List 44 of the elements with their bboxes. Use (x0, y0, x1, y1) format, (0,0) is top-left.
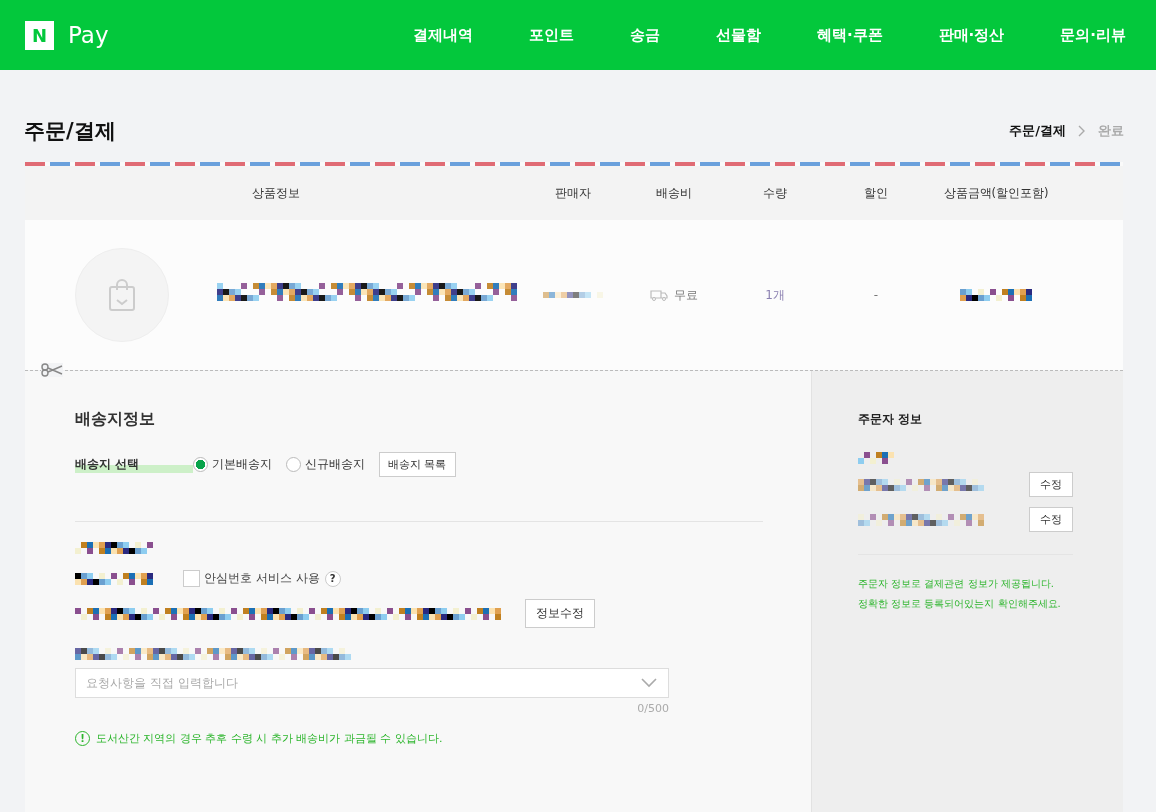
help-icon[interactable]: ? (324, 570, 341, 587)
column-header: 할인 (863, 185, 889, 201)
address-list-button[interactable]: 배송지 목록 (379, 452, 456, 477)
column-header: 상품금액(할인포함) (942, 185, 1050, 201)
logo-text[interactable]: Pay (68, 22, 109, 48)
character-counter: 0/500 (636, 702, 669, 715)
quantity: 1개 (764, 286, 786, 304)
redacted-seller (543, 292, 603, 298)
page-title: 주문/결제 (24, 118, 116, 145)
column-header: 배송비 (655, 185, 693, 201)
nav-link[interactable]: 포인트 (528, 25, 574, 45)
column-header: 상품정보 (251, 185, 301, 201)
truck-icon (650, 289, 668, 301)
nav-link[interactable]: 혜택·쿠폰 (816, 25, 883, 45)
chevron-down-icon (641, 678, 657, 688)
nav-link[interactable]: 선물함 (715, 25, 761, 45)
section-title: 배송지정보 (75, 409, 155, 430)
column-header: 수량 (762, 185, 788, 201)
step-label: 주문/결제 (1009, 122, 1066, 140)
edit-button[interactable]: 수정 (1029, 507, 1073, 532)
redacted-price (960, 289, 1032, 301)
edit-button[interactable]: 수정 (1029, 472, 1073, 497)
nav-link[interactable]: 판매·정산 (938, 25, 1005, 45)
shopping-bag-icon (107, 278, 137, 312)
redacted-name (858, 452, 894, 464)
section-title: 주문자 정보 (858, 411, 923, 428)
nav-link[interactable]: 결제내역 (412, 25, 473, 45)
notice-text: 주문자 정보로 결제관련 정보가 제공됩니다. (858, 577, 1054, 591)
column-header: 판매자 (554, 185, 592, 201)
chevron-icon (1078, 125, 1086, 137)
radio-option[interactable]: 신규배송지 (286, 456, 365, 473)
nav-link[interactable]: 송금 (629, 25, 660, 45)
field-label: 배송지 선택 (75, 456, 193, 473)
discount: - (872, 288, 880, 302)
request-dropdown[interactable]: 요청사항을 직접 입력합니다 (75, 668, 669, 698)
nav-link[interactable]: 문의·리뷰 (1060, 25, 1126, 45)
safe-number-checkbox[interactable]: 안심번호 서비스 사용 (183, 570, 320, 587)
edit-info-button[interactable]: 정보수정 (525, 599, 595, 628)
logo-mark[interactable]: N (25, 20, 54, 50)
step-label: 완료 (1098, 122, 1124, 140)
shipping-fee: 무료 (674, 286, 698, 304)
radio-option[interactable]: 기본배송지 (193, 456, 272, 473)
notice-text: 정확한 정보로 등록되어있는지 확인해주세요. (858, 597, 1061, 611)
notice-text: 도서산간 지역의 경우 추후 수령 시 추가 배송비가 과금될 수 있습니다. (96, 731, 443, 746)
